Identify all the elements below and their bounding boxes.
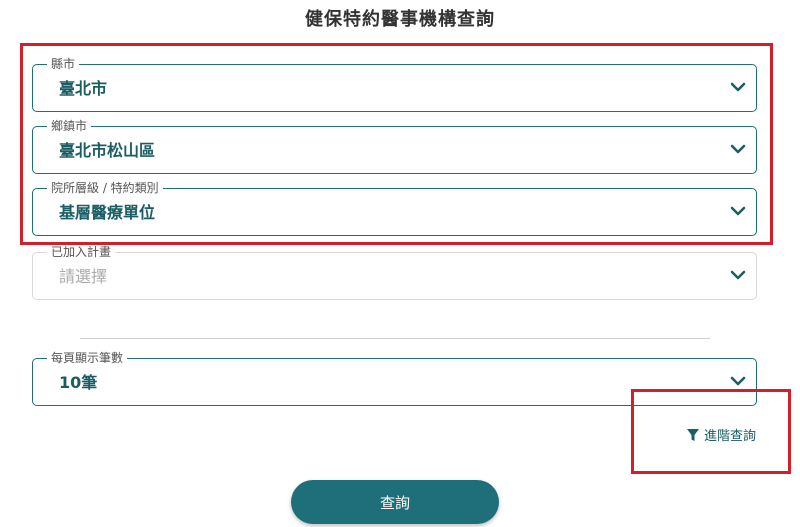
filter-icon <box>687 428 699 441</box>
chevron-down-icon <box>730 82 746 92</box>
divider <box>80 338 710 339</box>
chevron-down-icon <box>730 376 746 386</box>
chevron-down-icon <box>730 206 746 216</box>
joined-program-placeholder: 請選擇 <box>59 267 108 286</box>
district-label: 鄉鎮市 <box>47 119 92 133</box>
district-value: 臺北市松山區 <box>59 141 156 160</box>
county-label: 縣市 <box>47 57 80 71</box>
advanced-search-label: 進階查詢 <box>704 429 757 444</box>
page-size-value: 10筆 <box>59 373 98 392</box>
facility-level-value: 基層醫療單位 <box>59 203 156 222</box>
page-title: 健保特約醫事機構查詢 <box>305 9 495 30</box>
joined-program-select[interactable]: 已加入計畫 請選擇 <box>32 245 757 300</box>
joined-program-label: 已加入計畫 <box>47 245 116 259</box>
county-select[interactable]: 縣市 臺北市 <box>32 57 757 112</box>
facility-level-select[interactable]: 院所層級 / 特約類別 基層醫療單位 <box>32 181 757 236</box>
search-button[interactable]: 查詢 <box>291 480 499 524</box>
county-value: 臺北市 <box>59 79 108 98</box>
district-select[interactable]: 鄉鎮市 臺北市松山區 <box>32 119 757 174</box>
advanced-search-link[interactable]: 進階查詢 <box>686 425 756 444</box>
search-button-label: 查詢 <box>379 493 410 512</box>
chevron-down-icon <box>730 144 746 154</box>
chevron-down-icon <box>730 270 746 280</box>
page-size-label: 每頁顯示筆數 <box>47 351 128 365</box>
facility-level-label: 院所層級 / 特約類別 <box>47 181 163 195</box>
